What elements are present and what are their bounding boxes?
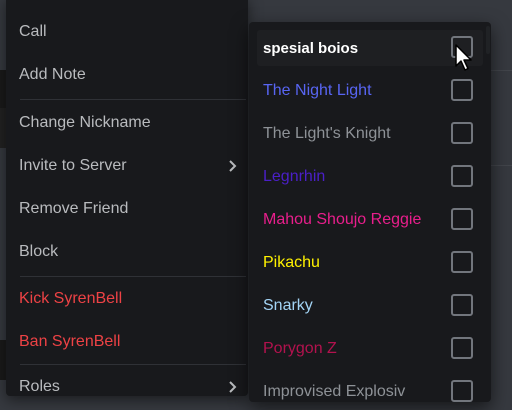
menu-item-label: Change Nickname <box>19 114 151 131</box>
role-item-snarky[interactable]: Snarky <box>257 288 483 324</box>
role-checkbox[interactable] <box>451 165 473 187</box>
role-item-spesial-boios[interactable]: spesial boios <box>257 30 483 66</box>
role-checkbox[interactable] <box>451 380 473 402</box>
chevron-right-icon <box>229 381 237 393</box>
roles-submenu: spesial boios The Night Light The Light'… <box>249 22 491 402</box>
role-item-mahou-shoujo-reggie[interactable]: Mahou Shoujo Reggie <box>257 202 483 238</box>
role-name: The Night Light <box>263 82 372 99</box>
submenu-scrollbar[interactable] <box>486 26 490 54</box>
role-item-the-lights-knight[interactable]: The Light's Knight <box>257 116 483 152</box>
user-context-menu: Call Add Note Change Nickname Invite to … <box>6 0 248 396</box>
menu-separator <box>20 99 246 100</box>
role-checkbox[interactable] <box>451 79 473 101</box>
role-name: The Light's Knight <box>263 125 391 142</box>
role-checkbox[interactable] <box>451 251 473 273</box>
menu-item-label: Ban SyrenBell <box>19 333 121 350</box>
change-nickname-menu-item[interactable]: Change Nickname <box>14 106 246 140</box>
role-name: Improvised Explosiv <box>263 383 406 400</box>
menu-separator <box>20 364 246 365</box>
role-item-the-night-light[interactable]: The Night Light <box>257 73 483 109</box>
menu-item-label: Remove Friend <box>19 200 129 217</box>
role-name: Snarky <box>263 297 313 314</box>
invite-to-server-menu-item[interactable]: Invite to Server <box>14 149 246 183</box>
menu-item-label: Roles <box>19 378 60 395</box>
role-checkbox[interactable] <box>451 122 473 144</box>
role-name: spesial boios <box>263 39 359 57</box>
role-item-legnrhin[interactable]: Legnrhin <box>257 159 483 195</box>
menu-separator <box>20 276 246 277</box>
role-item-porygon-z[interactable]: Porygon Z <box>257 331 483 367</box>
role-item-pikachu[interactable]: Pikachu <box>257 245 483 281</box>
call-menu-item[interactable]: Call <box>14 15 246 49</box>
role-checkbox[interactable] <box>451 208 473 230</box>
role-item-improvised-explosiv[interactable]: Improvised Explosiv <box>257 374 483 410</box>
add-note-menu-item[interactable]: Add Note <box>14 58 246 92</box>
menu-item-label: Call <box>19 23 47 40</box>
menu-item-label: Add Note <box>19 66 86 83</box>
role-name: Pikachu <box>263 254 320 271</box>
ban-user-menu-item[interactable]: Ban SyrenBell <box>14 325 246 359</box>
role-name: Legnrhin <box>263 168 326 185</box>
block-menu-item[interactable]: Block <box>14 235 246 269</box>
menu-item-label: Invite to Server <box>19 157 127 174</box>
menu-item-label: Kick SyrenBell <box>19 290 123 307</box>
chevron-right-icon <box>229 160 237 172</box>
mouse-cursor-icon <box>455 44 472 71</box>
roles-menu-item[interactable]: Roles <box>14 370 246 404</box>
role-checkbox[interactable] <box>451 337 473 359</box>
role-checkbox[interactable] <box>451 294 473 316</box>
background-panel <box>490 0 512 390</box>
role-name: Mahou Shoujo Reggie <box>263 211 422 228</box>
role-name: Porygon Z <box>263 340 337 357</box>
kick-user-menu-item[interactable]: Kick SyrenBell <box>14 282 246 316</box>
remove-friend-menu-item[interactable]: Remove Friend <box>14 192 246 226</box>
menu-item-label: Block <box>19 243 59 260</box>
